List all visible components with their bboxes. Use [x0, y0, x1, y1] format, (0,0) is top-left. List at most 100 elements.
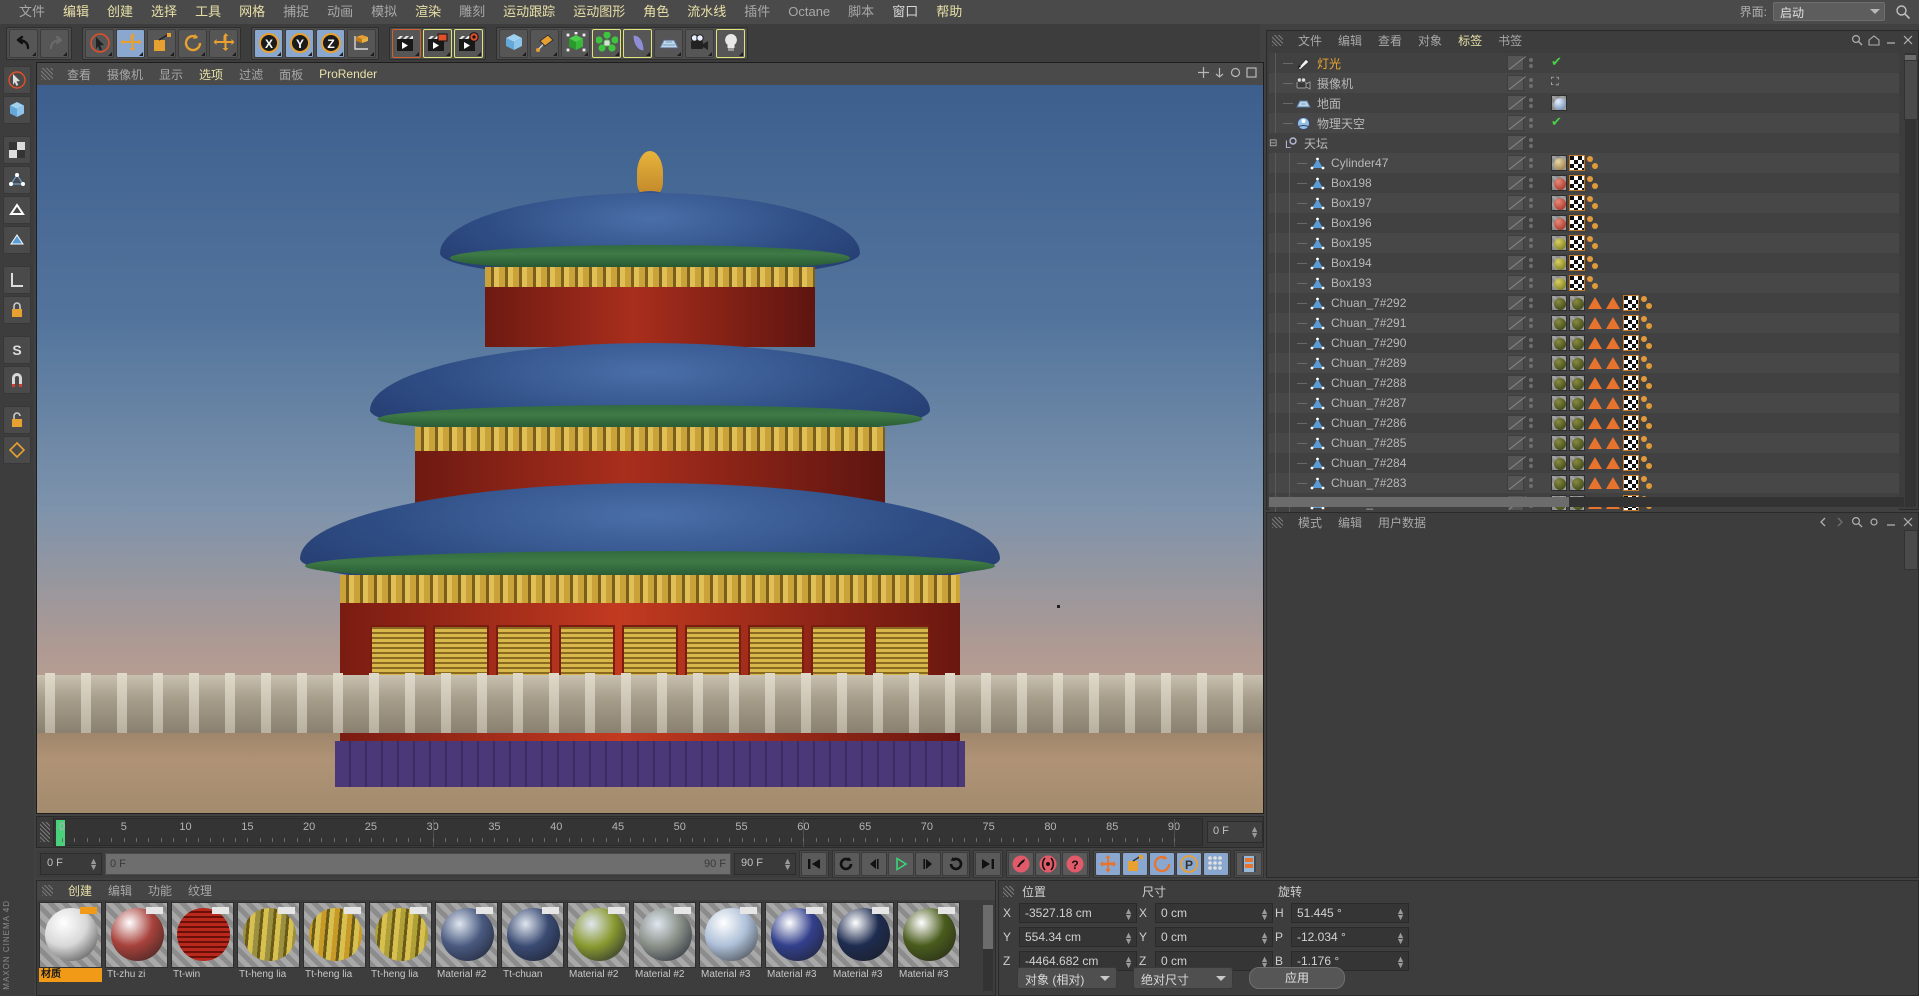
go-to-start-button[interactable]: [801, 852, 827, 876]
lock-x-axis[interactable]: X: [254, 28, 283, 58]
material-cell[interactable]: 材质: [39, 902, 102, 990]
layer-color-swatch[interactable]: [1507, 355, 1524, 371]
layer-color-swatch[interactable]: [1507, 475, 1524, 491]
material-thumbnail[interactable]: [633, 902, 696, 968]
material-tag-icon[interactable]: [1569, 375, 1585, 391]
visibility-toggle[interactable]: [1527, 98, 1535, 108]
phong-tag-icon[interactable]: [1587, 435, 1603, 451]
menu-item-16[interactable]: Octane: [779, 0, 839, 24]
rotation-h-input[interactable]: 51.445 ° ▲ ▼: [1291, 903, 1409, 923]
object-tree-row[interactable]: Chuan_7#285: [1269, 433, 1899, 453]
material-thumbnail[interactable]: [303, 902, 366, 968]
viewport-menu-view[interactable]: 查看: [59, 66, 99, 83]
menu-item-6[interactable]: 捕捉: [274, 0, 318, 24]
render-to-picture-viewer-button[interactable]: [423, 28, 452, 58]
visibility-toggle[interactable]: [1527, 298, 1535, 308]
object-tree[interactable]: 灯光 ✔ 摄像机 ⛶ 地面 物理天空 ✔ ⊟ L 天坛 Cylinder47 Box198 Box197…: [1269, 53, 1899, 533]
texture-tag-icon[interactable]: [1569, 155, 1585, 171]
visibility-toggle[interactable]: [1527, 338, 1535, 348]
uv-tag-icon[interactable]: [1641, 415, 1657, 431]
object-tree-row[interactable]: 摄像机 ⛶: [1269, 73, 1899, 93]
phong-tag-icon[interactable]: [1587, 415, 1603, 431]
object-tree-row[interactable]: Cylinder47: [1269, 153, 1899, 173]
object-tree-row[interactable]: Box198: [1269, 173, 1899, 193]
uv-tag-icon[interactable]: [1641, 395, 1657, 411]
lock-workplane-tool[interactable]: [3, 406, 31, 434]
uv-tag-icon[interactable]: [1587, 215, 1603, 231]
texture-tag-icon[interactable]: [1623, 475, 1639, 491]
material-list[interactable]: 材质 Tt-zhu zi Tt-win Tt-heng lia Tt-heng lia T…: [39, 902, 981, 994]
viewport-menu-prorender[interactable]: ProRender: [311, 67, 385, 81]
visibility-toggle[interactable]: [1527, 218, 1535, 228]
rotate-icon[interactable]: [1230, 67, 1241, 81]
object-menu-tags[interactable]: 标签: [1450, 32, 1490, 49]
material-cell[interactable]: Material #3: [765, 902, 828, 990]
timeline-frame-field[interactable]: 0 F ▲ ▼: [1207, 821, 1263, 843]
texture-tag-icon[interactable]: [1569, 255, 1585, 271]
object-menu-file[interactable]: 文件: [1290, 32, 1330, 49]
lock-axis-tool[interactable]: [3, 296, 31, 324]
texture-tag-icon[interactable]: [1623, 335, 1639, 351]
timeline-button[interactable]: [1236, 852, 1262, 876]
phong-tag-icon[interactable]: [1605, 455, 1621, 471]
uv-tag-icon[interactable]: [1641, 315, 1657, 331]
material-cell[interactable]: Material #3: [897, 902, 960, 990]
viewport-menu-display[interactable]: 显示: [151, 66, 191, 83]
material-menu-edit[interactable]: 编辑: [100, 882, 140, 899]
material-cell[interactable]: Tt-heng lia: [303, 902, 366, 990]
menu-item-12[interactable]: 运动图形: [564, 0, 634, 24]
uv-tag-icon[interactable]: [1587, 255, 1603, 271]
model-mode-tool[interactable]: [3, 96, 31, 124]
menu-item-9[interactable]: 渲染: [406, 0, 450, 24]
layer-color-swatch[interactable]: [1507, 435, 1524, 451]
minimize-icon[interactable]: [1885, 34, 1897, 49]
object-menu-edit[interactable]: 编辑: [1330, 32, 1370, 49]
add-spline-button[interactable]: [530, 28, 559, 58]
material-tag-icon[interactable]: [1569, 435, 1585, 451]
size-mode-select[interactable]: 绝对尺寸: [1133, 967, 1233, 989]
position-key-toggle[interactable]: [1095, 852, 1121, 876]
point-level-animation-toggle[interactable]: [1203, 852, 1229, 876]
uv-tag-icon[interactable]: [1587, 175, 1603, 191]
search-icon[interactable]: [1895, 4, 1911, 20]
add-generator-button[interactable]: [561, 28, 590, 58]
layer-color-swatch[interactable]: [1507, 295, 1524, 311]
redo-button[interactable]: [40, 28, 69, 58]
object-tree-row[interactable]: Chuan_7#284: [1269, 453, 1899, 473]
polygon-mode-tool[interactable]: [3, 226, 31, 254]
visibility-toggle[interactable]: [1527, 158, 1535, 168]
object-tree-row[interactable]: Chuan_7#290: [1269, 333, 1899, 353]
phong-tag-icon[interactable]: [1587, 455, 1603, 471]
viewport-menu-panel[interactable]: 面板: [271, 66, 311, 83]
uv-tag-icon[interactable]: [1587, 235, 1603, 251]
object-manager-horizontal-scrollbar[interactable]: [1269, 497, 1904, 507]
visibility-check-icon[interactable]: ✔: [1551, 55, 1567, 71]
live-selection-tool[interactable]: [3, 66, 31, 94]
menu-item-15[interactable]: 插件: [735, 0, 779, 24]
phong-tag-icon[interactable]: [1605, 415, 1621, 431]
minimize-icon[interactable]: [1885, 516, 1897, 531]
back-arrow-icon[interactable]: [1817, 516, 1829, 531]
material-tag-icon[interactable]: [1569, 395, 1585, 411]
forward-arrow-icon[interactable]: [1834, 516, 1846, 531]
visibility-toggle[interactable]: [1527, 238, 1535, 248]
material-thumbnail[interactable]: [39, 902, 102, 968]
object-tree-row[interactable]: Box196: [1269, 213, 1899, 233]
material-thumbnail[interactable]: [237, 902, 300, 968]
frame-range-slider[interactable]: 0 F 90 F: [105, 853, 731, 875]
attribute-menu-edit[interactable]: 编辑: [1330, 514, 1370, 531]
spinner-icon[interactable]: ▲ ▼: [1396, 955, 1405, 970]
material-cell[interactable]: Tt-win: [171, 902, 234, 990]
menu-item-14[interactable]: 流水线: [678, 0, 735, 24]
viewport-menu-filter[interactable]: 过滤: [231, 66, 271, 83]
workplane-tool[interactable]: [3, 436, 31, 464]
visibility-toggle[interactable]: [1527, 278, 1535, 288]
layer-color-swatch[interactable]: [1507, 95, 1524, 111]
size-x-input[interactable]: 0 cm ▲ ▼: [1155, 903, 1273, 923]
object-tree-row[interactable]: Box195: [1269, 233, 1899, 253]
uv-tag-icon[interactable]: [1641, 475, 1657, 491]
phong-tag-icon[interactable]: [1587, 395, 1603, 411]
layer-color-swatch[interactable]: [1507, 215, 1524, 231]
record-keyframe-button[interactable]: [1008, 852, 1034, 876]
object-tree-row[interactable]: Chuan_7#292: [1269, 293, 1899, 313]
